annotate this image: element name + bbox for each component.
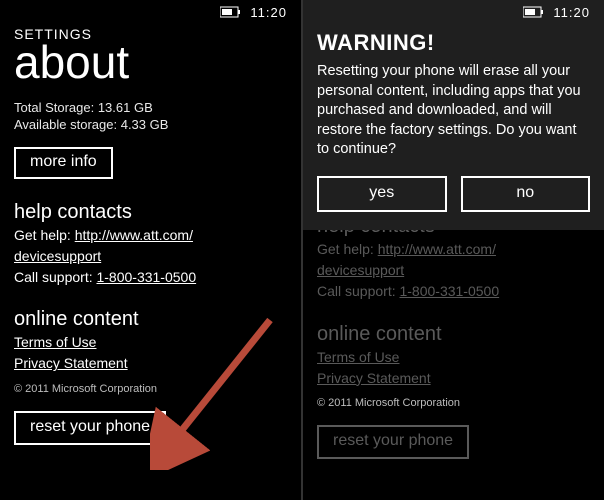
screen-reset-confirm: help contacts Get help: http://www.att.c… xyxy=(303,0,604,500)
warning-dialog: 11:20 WARNING! Resetting your phone will… xyxy=(303,0,604,230)
clock-text-right: 11:20 xyxy=(553,5,590,20)
online-content-heading: online content xyxy=(14,308,287,331)
battery-icon xyxy=(220,6,242,18)
available-storage: Available storage: 4.33 GB xyxy=(14,117,287,133)
get-help-line: Get help: http://www.att.com/ xyxy=(14,226,287,245)
total-storage: Total Storage: 13.61 GB xyxy=(14,100,287,116)
no-button[interactable]: no xyxy=(461,176,591,212)
warning-title: WARNING! xyxy=(317,30,590,56)
call-support-line: Call support: 1-800-331-0500 xyxy=(14,268,287,287)
clock-text: 11:20 xyxy=(250,5,287,20)
call-support-label-dim: Call support: xyxy=(317,283,399,299)
get-help-label-dim: Get help: xyxy=(317,241,378,257)
get-help-line2: devicesupport xyxy=(14,247,287,266)
get-help-label: Get help: xyxy=(14,227,75,243)
yes-button[interactable]: yes xyxy=(317,176,447,212)
call-support-label: Call support: xyxy=(14,269,96,285)
reset-phone-button[interactable]: reset your phone xyxy=(14,411,166,445)
copyright-dim: © 2011 Microsoft Corporation xyxy=(317,397,590,409)
warning-body: Resetting your phone will erase all your… xyxy=(317,62,590,160)
online-content-heading-dim: online content xyxy=(317,323,590,346)
call-support-link[interactable]: 1-800-331-0500 xyxy=(96,269,196,285)
get-help-link2-dim: devicesupport xyxy=(317,262,404,278)
call-support-link-dim: 1-800-331-0500 xyxy=(399,283,499,299)
terms-link-dim: Terms of Use xyxy=(317,349,399,365)
privacy-link[interactable]: Privacy Statement xyxy=(14,355,128,371)
dimmed-background: help contacts Get help: http://www.att.c… xyxy=(317,215,590,459)
get-help-link-dim: http://www.att.com/ xyxy=(378,241,496,257)
get-help-link-2[interactable]: devicesupport xyxy=(14,248,101,264)
status-bar: 11:20 xyxy=(14,0,287,24)
screen-about: 11:20 SETTINGS about Total Storage: 13.6… xyxy=(0,0,301,500)
get-help-link[interactable]: http://www.att.com/ xyxy=(75,227,193,243)
copyright-text: © 2011 Microsoft Corporation xyxy=(14,383,287,395)
warning-button-row: yes no xyxy=(317,176,590,212)
help-contacts-heading: help contacts xyxy=(14,201,287,224)
terms-link[interactable]: Terms of Use xyxy=(14,334,96,350)
reset-phone-button-dim: reset your phone xyxy=(317,425,469,459)
more-info-button[interactable]: more info xyxy=(14,147,113,179)
page-title: about xyxy=(14,38,287,86)
privacy-link-dim: Privacy Statement xyxy=(317,370,431,386)
status-bar-right: 11:20 xyxy=(523,0,590,24)
battery-icon xyxy=(523,6,545,18)
